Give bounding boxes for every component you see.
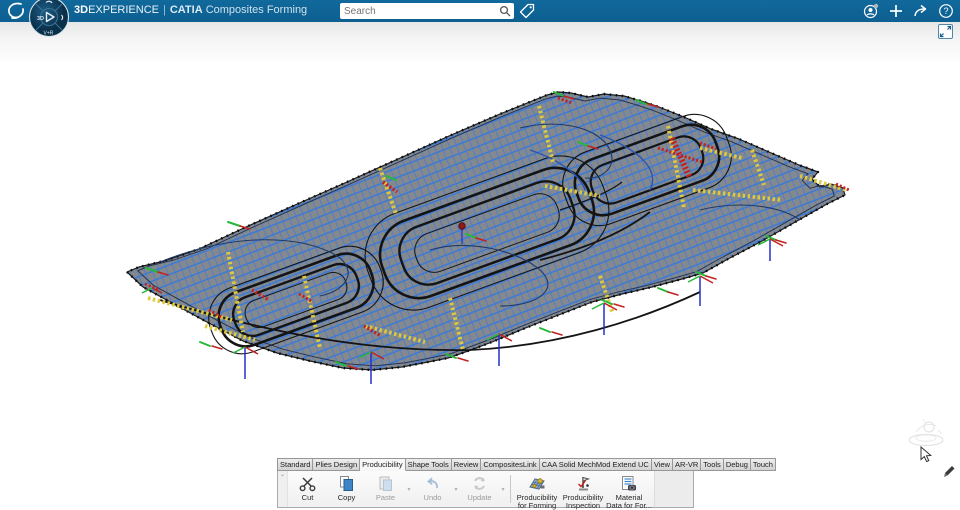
- reference-ticks: [145, 91, 787, 370]
- material-data-button[interactable]: Material Data for For...: [606, 472, 652, 510]
- ply-contours: [159, 113, 732, 355]
- add-icon[interactable]: [888, 3, 904, 19]
- paste-dropdown[interactable]: ▾: [405, 486, 413, 493]
- svg-text:?: ?: [943, 6, 948, 16]
- tab-shape-tools[interactable]: Shape Tools: [405, 458, 452, 471]
- model-canvas: [125, 90, 850, 384]
- undo-dropdown[interactable]: ▾: [452, 486, 460, 493]
- cut-label: Cut: [301, 493, 314, 502]
- producibility-forming-icon: [528, 475, 546, 492]
- tab-plies-design[interactable]: Plies Design: [313, 458, 361, 471]
- 3d-viewport[interactable]: [0, 22, 960, 508]
- app-title: 3DEXPERIENCE | CATIA Composites Forming: [74, 4, 307, 16]
- material-data-icon: [620, 475, 638, 492]
- tab-caa-solid-mechmod-extend-uc[interactable]: CAA Solid MechMod Extend UC: [539, 458, 652, 471]
- paste-label: Paste: [375, 493, 396, 502]
- paste-button[interactable]: Paste: [366, 472, 405, 506]
- share-icon[interactable]: [913, 3, 929, 19]
- copy-label: Copy: [337, 493, 356, 502]
- rosette-marker: [458, 222, 466, 244]
- help-icon[interactable]: ?: [938, 3, 954, 19]
- undo-button[interactable]: Undo: [413, 472, 452, 506]
- ribbon-tabs: Standard Plies Design Producibility Shape T…: [277, 458, 776, 471]
- undo-label: Undo: [423, 493, 442, 502]
- restore-view-button[interactable]: [938, 24, 953, 39]
- undo-icon: [424, 475, 441, 492]
- ribbon-bar: ⌄ Cut Copy Paste ▾ Undo ▾ Update ▾ Producibility…: [277, 471, 694, 510]
- update-button[interactable]: Update: [460, 472, 499, 506]
- tag-icon[interactable]: [519, 3, 535, 19]
- producibility-inspection-button[interactable]: Producibility Inspection: [560, 472, 606, 510]
- brand-context: Composites Forming: [205, 4, 308, 16]
- chevron-down-icon: ⌄: [279, 472, 286, 478]
- producibility-inspection-icon: [574, 475, 592, 492]
- compass-west-label: 3D: [37, 16, 44, 22]
- compass-south-label: V+R: [44, 31, 54, 37]
- search-box[interactable]: [340, 3, 514, 19]
- critical-zones: [144, 96, 850, 338]
- robot-ghost-icon: [908, 418, 944, 446]
- ribbon-collapse-handle[interactable]: ⌄: [278, 471, 288, 507]
- tab-review[interactable]: Review: [451, 458, 482, 471]
- tab-standard[interactable]: Standard: [277, 458, 314, 471]
- tab-view[interactable]: View: [651, 458, 673, 471]
- cut-button[interactable]: Cut: [288, 472, 327, 506]
- action-bar: Standard Plies Design Producibility Shape T…: [277, 458, 776, 510]
- warning-zones: [147, 105, 847, 351]
- brand-separator: |: [162, 4, 166, 16]
- dassault-systemes-logo-icon: [8, 2, 24, 19]
- user-avatar-icon[interactable]: [863, 3, 879, 19]
- arrow-cursor: [920, 446, 932, 463]
- search-input[interactable]: [340, 5, 499, 17]
- tab-compositeslink[interactable]: CompositesLink: [481, 458, 540, 471]
- tab-producibility[interactable]: Producibility: [360, 458, 406, 471]
- paste-icon: [377, 475, 394, 492]
- ribbon-buttons: Cut Copy Paste ▾ Undo ▾ Update ▾ Producibility fo…: [288, 471, 654, 510]
- update-icon: [471, 475, 488, 492]
- tab-tools[interactable]: Tools: [701, 458, 724, 471]
- constraint-axes: [141, 238, 784, 384]
- update-label: Update: [467, 493, 492, 502]
- scissors-icon: [299, 475, 316, 492]
- 3d-compass-widget[interactable]: 3D V+R: [28, 0, 70, 40]
- tab-ar-vr[interactable]: AR-VR: [672, 458, 702, 471]
- brand-3d: 3D: [74, 4, 89, 16]
- mesh-veins: [159, 123, 801, 307]
- brand-experience: EXPERIENCE: [88, 4, 159, 16]
- toolbar-separator: [510, 475, 511, 503]
- search-icon[interactable]: [499, 5, 511, 17]
- composite-panel: [125, 90, 847, 372]
- brand-catia: CATIA: [169, 4, 203, 16]
- copy-icon: [338, 475, 355, 492]
- producibility-for-forming-button[interactable]: Producibility for Forming: [514, 472, 560, 510]
- top-right-icons: ?: [863, 0, 954, 22]
- copy-button[interactable]: Copy: [327, 472, 366, 506]
- tab-debug[interactable]: Debug: [723, 458, 751, 471]
- resize-arrows-icon: [939, 25, 952, 38]
- top-app-bar: 3DEXPERIENCE|CATIA Composites Forming ?: [0, 0, 960, 22]
- update-dropdown[interactable]: ▾: [499, 486, 507, 493]
- ribbon-empty-area: [654, 471, 693, 507]
- pencil-icon[interactable]: [940, 464, 956, 480]
- tab-touch[interactable]: Touch: [750, 458, 776, 471]
